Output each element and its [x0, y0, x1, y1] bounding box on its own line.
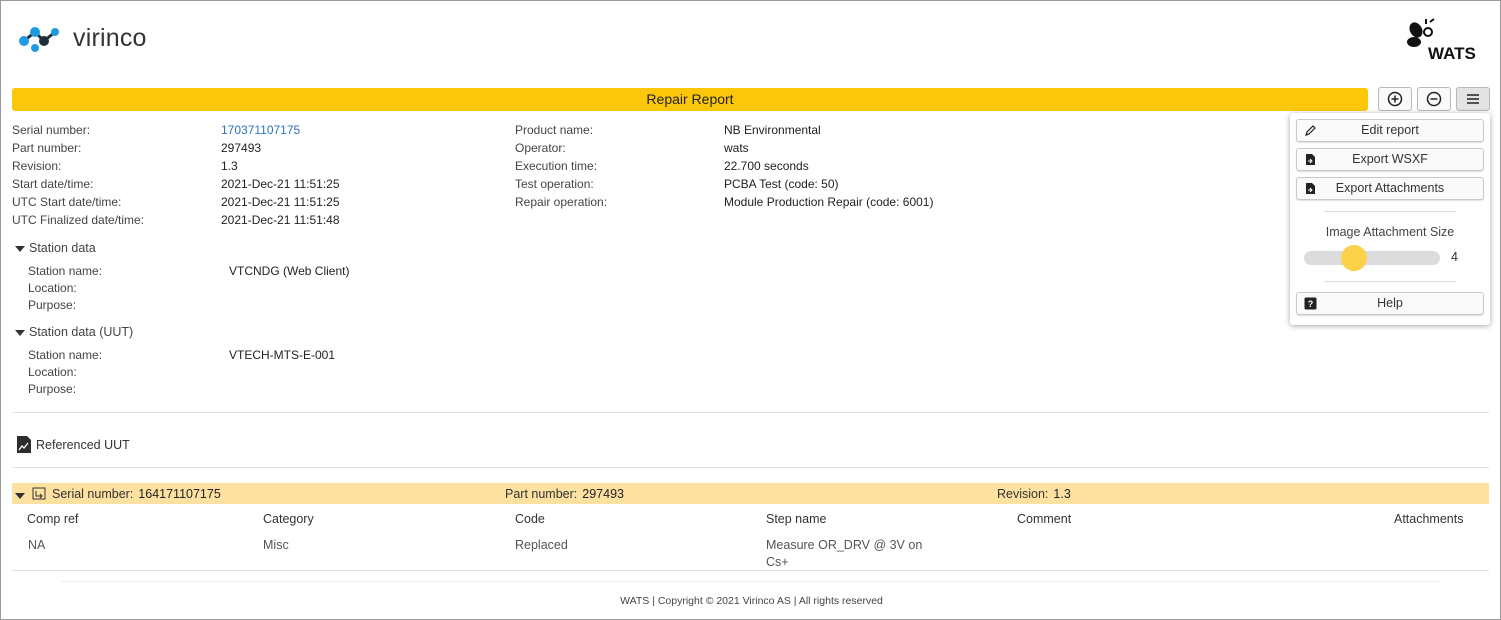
- caret-down-icon: [15, 246, 25, 252]
- serial-number-link[interactable]: 170371107175: [221, 123, 300, 137]
- uut-part: Part number: 297493: [505, 487, 624, 501]
- part-number-label: Part number:: [12, 141, 82, 155]
- uut-purpose-label: Purpose:: [28, 382, 77, 396]
- image-size-slider-track[interactable]: [1304, 251, 1440, 265]
- image-size-value: 4: [1451, 250, 1458, 264]
- station-data-title: Station data: [29, 241, 96, 255]
- col-comment: Comment: [1017, 512, 1072, 526]
- divider: [12, 412, 1489, 413]
- export-attachments-button[interactable]: Export Attachments: [1296, 177, 1484, 200]
- col-code: Code: [515, 512, 545, 526]
- edit-report-label: Edit report: [1361, 123, 1419, 137]
- station-purpose-label: Purpose:: [28, 298, 77, 312]
- footer: WATS | Copyright © 2021 Virinco AS | All…: [620, 595, 883, 607]
- minus-circle-icon: [1426, 91, 1442, 107]
- uut-part-label: Part number:: [505, 487, 578, 501]
- station-uut-title: Station data (UUT): [29, 325, 134, 339]
- cell-category: Misc: [263, 538, 289, 552]
- start-datetime-label: Start date/time:: [12, 177, 94, 191]
- referenced-uut-link[interactable]: Referenced UUT: [16, 435, 130, 454]
- cell-step-name: Measure OR_DRV @ 3V on Cs+: [766, 538, 923, 569]
- uut-band[interactable]: Serial number: 164171107175 Part number: 2…: [12, 483, 1489, 504]
- menu-button[interactable]: [1456, 87, 1490, 111]
- station-uut-toggle[interactable]: Station data (UUT): [15, 325, 133, 339]
- uut-serial-label: Serial number:: [52, 487, 134, 501]
- image-attachment-size-label: Image Attachment Size: [1325, 225, 1455, 239]
- caret-down-icon: [15, 493, 25, 499]
- repair-operation-label: Repair operation:: [515, 195, 608, 209]
- wats-logo-text: WATS: [1428, 44, 1476, 63]
- uut-station-name-value: VTECH-MTS-E-001: [229, 348, 336, 362]
- uut-revision-value: 1.3: [1053, 487, 1071, 501]
- utc-finalized-value: 2021-Dec-21 11:51:48: [221, 213, 340, 227]
- serial-number-label: Serial number:: [12, 123, 91, 137]
- product-name-label: Product name:: [515, 123, 594, 137]
- start-datetime-value: 2021-Dec-21 11:51:25: [221, 177, 340, 191]
- revision-value: 1.3: [221, 159, 238, 173]
- station-data-toggle[interactable]: Station data: [15, 241, 96, 255]
- uut-station-name-label: Station name:: [28, 348, 103, 362]
- col-step-name: Step name: [766, 512, 827, 526]
- test-operation-value: PCBA Test (code: 50): [724, 177, 839, 191]
- export-wsxf-label: Export WSXF: [1352, 152, 1428, 166]
- edit-report-button[interactable]: Edit report: [1296, 119, 1484, 142]
- col-category: Category: [263, 512, 314, 526]
- file-export-icon: [1306, 154, 1315, 165]
- utc-start-label: UTC Start date/time:: [12, 195, 122, 209]
- revision-label: Revision:: [12, 159, 62, 173]
- col-comp-ref: Comp ref: [27, 512, 79, 526]
- hamburger-icon: [1467, 94, 1479, 104]
- cell-code: Replaced: [515, 538, 568, 552]
- referenced-uut-label: Referenced UUT: [36, 437, 130, 452]
- uut-location-label: Location:: [28, 365, 77, 379]
- col-attachments: Attachments: [1394, 512, 1464, 526]
- uut-box-icon: [32, 487, 46, 500]
- utc-start-value: 2021-Dec-21 11:51:25: [221, 195, 340, 209]
- question-icon: ?: [1304, 297, 1317, 310]
- station-name-label: Station name:: [28, 264, 103, 278]
- wats-logo: WATS: [1404, 18, 1488, 66]
- logo-text: virinco: [73, 23, 147, 52]
- zoom-out-button[interactable]: [1417, 87, 1451, 111]
- caret-down-icon: [15, 330, 25, 336]
- export-attachments-label: Export Attachments: [1335, 181, 1445, 195]
- report-menu: Edit report Export WSXF Export Attachmen…: [1290, 113, 1490, 325]
- zoom-in-button[interactable]: [1378, 87, 1412, 111]
- export-wsxf-button[interactable]: Export WSXF: [1296, 148, 1484, 171]
- pencil-icon: [1305, 125, 1316, 136]
- uut-serial-value: 164171107175: [138, 487, 221, 501]
- test-operation-label: Test operation:: [515, 177, 594, 191]
- utc-finalized-label: UTC Finalized date/time:: [12, 213, 145, 227]
- cell-comp-ref: NA: [28, 538, 46, 552]
- help-button[interactable]: ? Help: [1296, 292, 1484, 315]
- uut-revision: Revision: 1.3: [997, 487, 1071, 501]
- help-label: Help: [1377, 296, 1403, 310]
- divider: [61, 581, 1441, 582]
- menu-separator: [1324, 211, 1456, 212]
- file-export-icon: [1306, 183, 1315, 194]
- product-name-value: NB Environmental: [724, 123, 821, 137]
- repair-operation-value: Module Production Repair (code: 6001): [724, 195, 934, 209]
- report-title: Repair Report: [12, 88, 1368, 111]
- divider: [12, 467, 1489, 468]
- part-number-value: 297493: [221, 141, 262, 155]
- report-window: virinco WATS Repair Report Serial number…: [0, 0, 1501, 620]
- chart-document-icon: [17, 436, 31, 453]
- execution-time-label: Execution time:: [515, 159, 598, 173]
- execution-time-value: 22.700 seconds: [724, 159, 809, 173]
- operator-label: Operator:: [515, 141, 566, 155]
- uut-revision-label: Revision:: [997, 487, 1049, 501]
- uut-part-value: 297493: [582, 487, 624, 501]
- operator-value: wats: [724, 141, 749, 155]
- menu-separator: [1324, 281, 1456, 282]
- station-location-label: Location:: [28, 281, 77, 295]
- station-name-value: VTCNDG (Web Client): [229, 264, 350, 278]
- plus-circle-icon: [1387, 91, 1403, 107]
- uut-serial: Serial number: 164171107175: [52, 487, 221, 501]
- image-size-slider-thumb[interactable]: [1341, 245, 1368, 271]
- virinco-logo: virinco: [18, 23, 147, 53]
- divider: [12, 570, 1489, 571]
- svg-text:?: ?: [1308, 299, 1314, 309]
- virinco-logo-icon: [19, 27, 59, 52]
